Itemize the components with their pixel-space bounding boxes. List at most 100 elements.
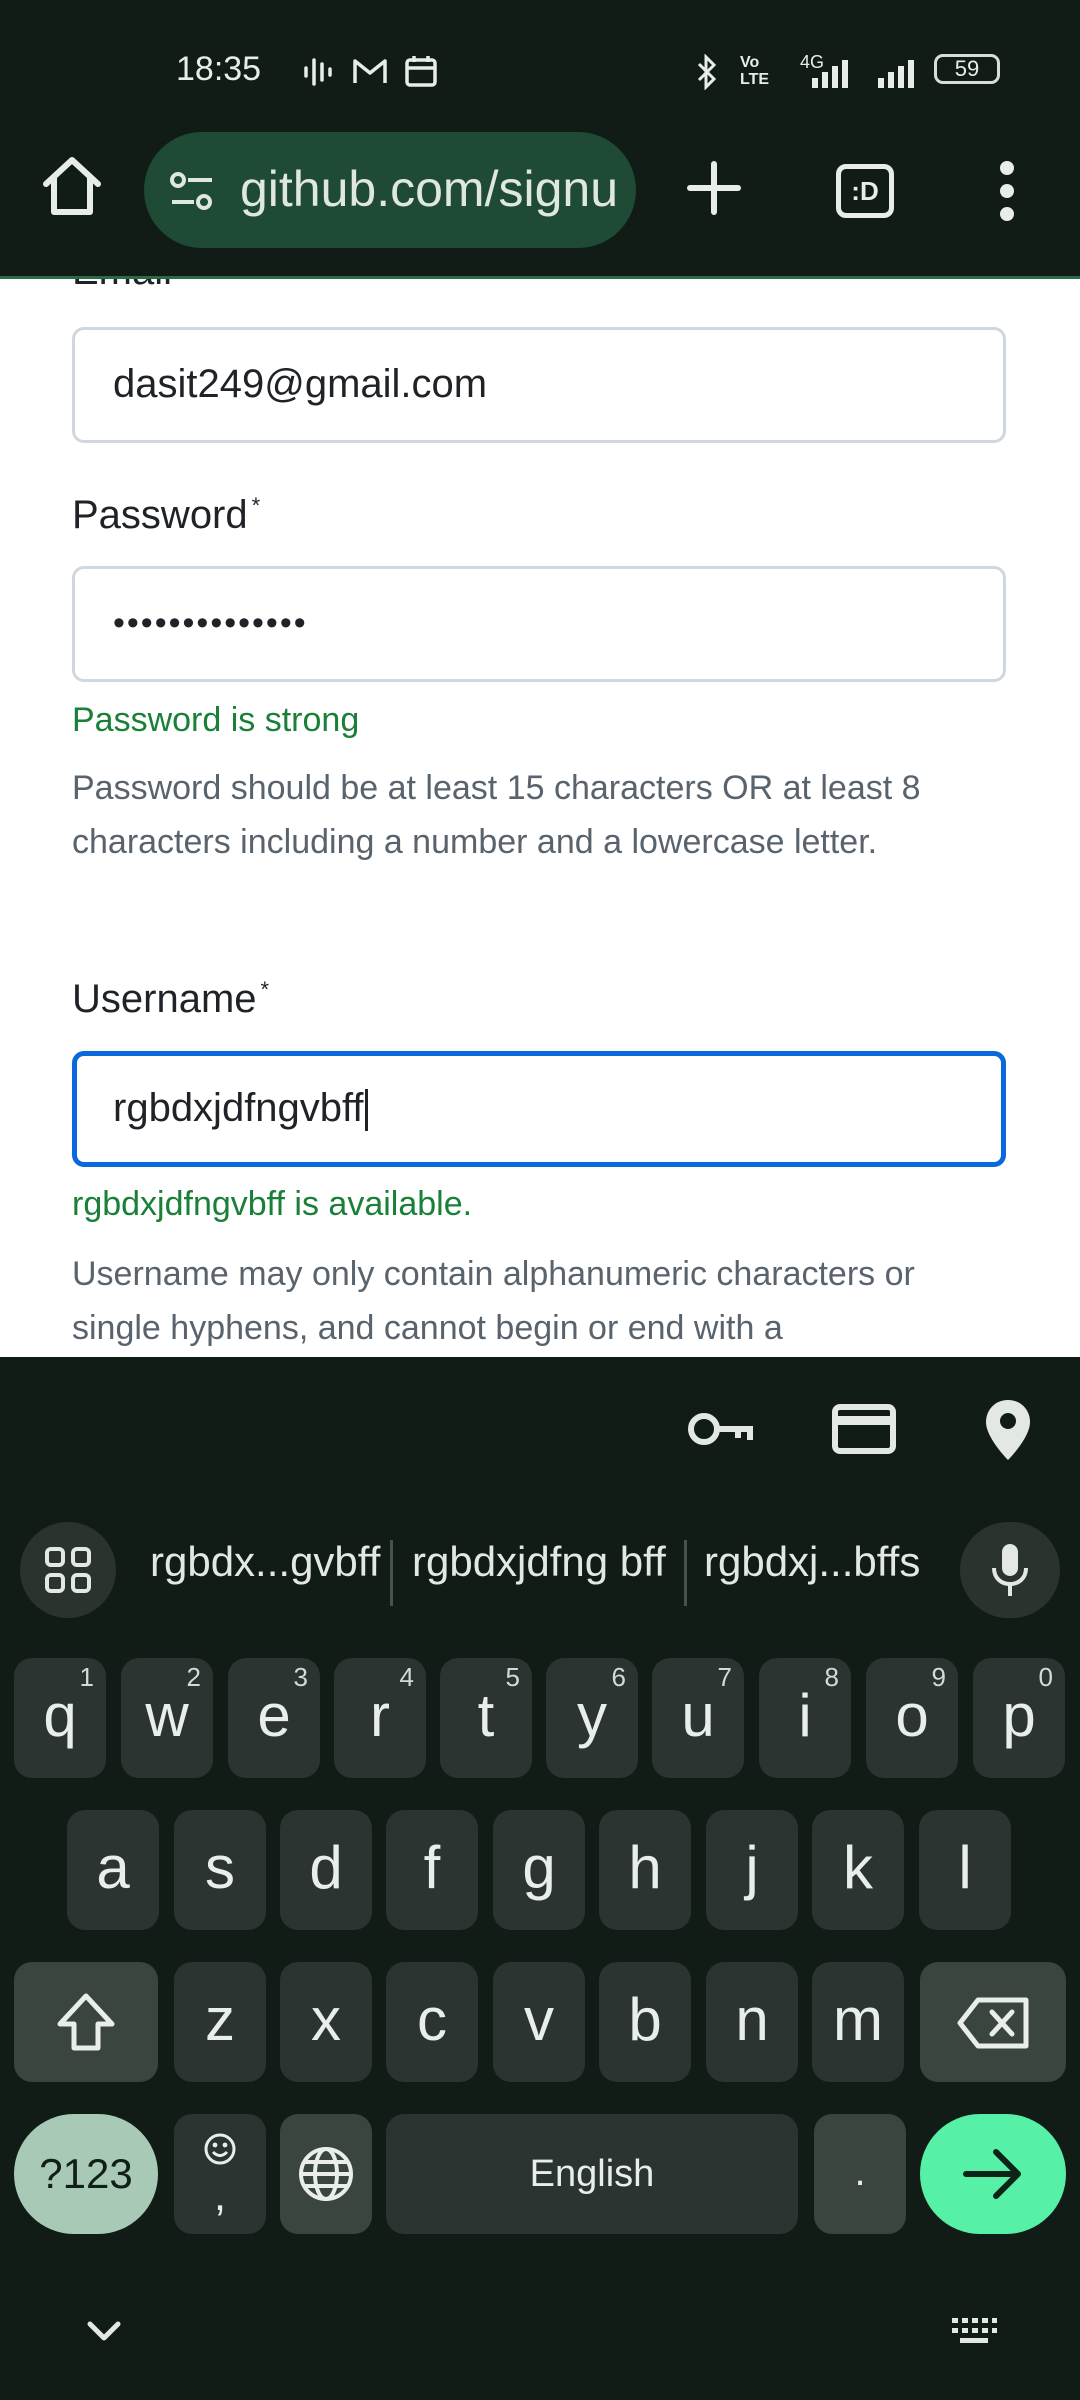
suggestion-1[interactable]: rgbdx...gvbff [150, 1538, 380, 1586]
key-p[interactable]: p0 [973, 1658, 1065, 1778]
key-label: e [257, 1682, 291, 1749]
key-l[interactable]: l [919, 1810, 1011, 1930]
key-period[interactable]: . [814, 2114, 906, 2234]
more-menu-icon[interactable] [990, 160, 1024, 222]
key-hint: 4 [399, 1662, 414, 1692]
key-t[interactable]: t5 [440, 1658, 532, 1778]
credit-card-icon[interactable] [832, 1404, 896, 1454]
tab-switcher-button[interactable]: :D [836, 164, 894, 218]
key-z[interactable]: z [174, 1962, 266, 2082]
required-mark: * [251, 493, 261, 518]
home-icon[interactable] [38, 152, 106, 220]
key-shift[interactable] [14, 1962, 158, 2082]
signal-strength-icon-1 [812, 60, 848, 88]
email-label: Email [72, 279, 172, 294]
gmail-icon [353, 59, 387, 83]
key-r[interactable]: r4 [334, 1658, 426, 1778]
key-y[interactable]: y6 [546, 1658, 638, 1778]
required-mark: * [260, 977, 270, 1002]
key-label: t [477, 1682, 495, 1749]
suggestion-divider [684, 1540, 687, 1606]
username-value: rgbdxjdfngvbff [113, 1086, 364, 1130]
key-symbols[interactable]: ?123 [14, 2114, 158, 2234]
key-o[interactable]: o9 [866, 1658, 958, 1778]
key-label: r [370, 1682, 390, 1749]
key-label: u [681, 1682, 715, 1749]
key-k[interactable]: k [812, 1810, 904, 1930]
key-language[interactable] [280, 2114, 372, 2234]
key-i[interactable]: i8 [759, 1658, 851, 1778]
key-go[interactable] [920, 2114, 1066, 2234]
key-label: y [577, 1682, 607, 1749]
key-h[interactable]: h [599, 1810, 691, 1930]
key-f[interactable]: f [386, 1810, 478, 1930]
key-w[interactable]: w2 [121, 1658, 213, 1778]
url-text[interactable]: github.com/signup [240, 160, 616, 218]
suggestion-divider [390, 1540, 393, 1606]
new-tab-icon[interactable] [686, 160, 742, 216]
calendar-icon [405, 56, 437, 87]
backspace-icon [957, 1997, 1029, 2049]
globe-icon [299, 2147, 353, 2201]
text-cursor [364, 1089, 368, 1132]
key-a[interactable]: a [67, 1810, 159, 1930]
key-c[interactable]: c [386, 1962, 478, 2082]
battery-indicator: 59 [934, 54, 1000, 84]
password-strength-message: Password is strong [72, 701, 360, 739]
key-icon[interactable] [686, 1406, 754, 1452]
suggestion-2[interactable]: rgbdxjdfng bff [412, 1538, 666, 1586]
username-field[interactable]: rgbdxjdfngvbff [72, 1051, 1006, 1167]
key-n[interactable]: n [706, 1962, 798, 2082]
key-label: q [43, 1682, 77, 1749]
key-e[interactable]: e3 [228, 1658, 320, 1778]
hide-keyboard-icon[interactable] [86, 2320, 122, 2344]
status-clock: 18:35 [176, 50, 262, 88]
keyboard-switch-icon[interactable] [950, 2316, 998, 2350]
key-d[interactable]: d [280, 1810, 372, 1930]
keyboard-apps-button[interactable] [20, 1522, 116, 1618]
key-space[interactable]: English [386, 2114, 798, 2234]
key-s[interactable]: s [174, 1810, 266, 1930]
email-field[interactable]: dasit249@gmail.com [72, 327, 1006, 443]
location-pin-icon[interactable] [984, 1398, 1032, 1462]
key-m[interactable]: m [812, 1962, 904, 2082]
key-hint: 2 [186, 1662, 201, 1692]
key-label: w [145, 1682, 189, 1749]
voice-recorder-icon [304, 58, 332, 86]
password-label: Password * [72, 493, 260, 538]
username-label: Username * [72, 977, 269, 1022]
key-hint: 5 [505, 1662, 520, 1692]
key-hint: 1 [79, 1662, 94, 1692]
key-label: o [895, 1682, 929, 1749]
signal-strength-icon-2 [878, 60, 914, 88]
username-availability-message: rgbdxjdfngvbff is available. [72, 1185, 473, 1223]
key-q[interactable]: q1 [14, 1658, 106, 1778]
password-label-text: Password [72, 493, 248, 537]
key-b[interactable]: b [599, 1962, 691, 2082]
password-field[interactable]: •••••••••••••• [72, 566, 1006, 682]
key-j[interactable]: j [706, 1810, 798, 1930]
key-g[interactable]: g [493, 1810, 585, 1930]
password-hint: Password should be at least 15 character… [72, 769, 921, 861]
key-hint: 7 [717, 1662, 732, 1692]
key-hint: 3 [293, 1662, 308, 1692]
key-hint: 8 [824, 1662, 839, 1692]
key-u[interactable]: u7 [652, 1658, 744, 1778]
bluetooth-icon [697, 54, 717, 90]
key-hint: 6 [611, 1662, 626, 1692]
suggestion-3[interactable]: rgbdxj...bffs [704, 1538, 920, 1586]
signup-form: Email dasit249@gmail.com Password* •••••… [0, 279, 1080, 1357]
username-label-text: Username [72, 977, 257, 1021]
key-x[interactable]: x [280, 1962, 372, 2082]
key-hint: 9 [931, 1662, 946, 1692]
key-v[interactable]: v [493, 1962, 585, 2082]
microphone-icon [992, 1544, 1028, 1596]
key-backspace[interactable] [920, 1962, 1066, 2082]
key-hint: 0 [1038, 1662, 1053, 1692]
voice-input-button[interactable] [960, 1522, 1060, 1618]
autofill-bar [0, 1357, 1080, 1505]
grid-icon [45, 1547, 91, 1593]
site-settings-icon[interactable] [168, 170, 216, 214]
volte-indicator: Vo LTE [740, 54, 770, 88]
key-emoji-comma[interactable]: , [174, 2114, 266, 2234]
